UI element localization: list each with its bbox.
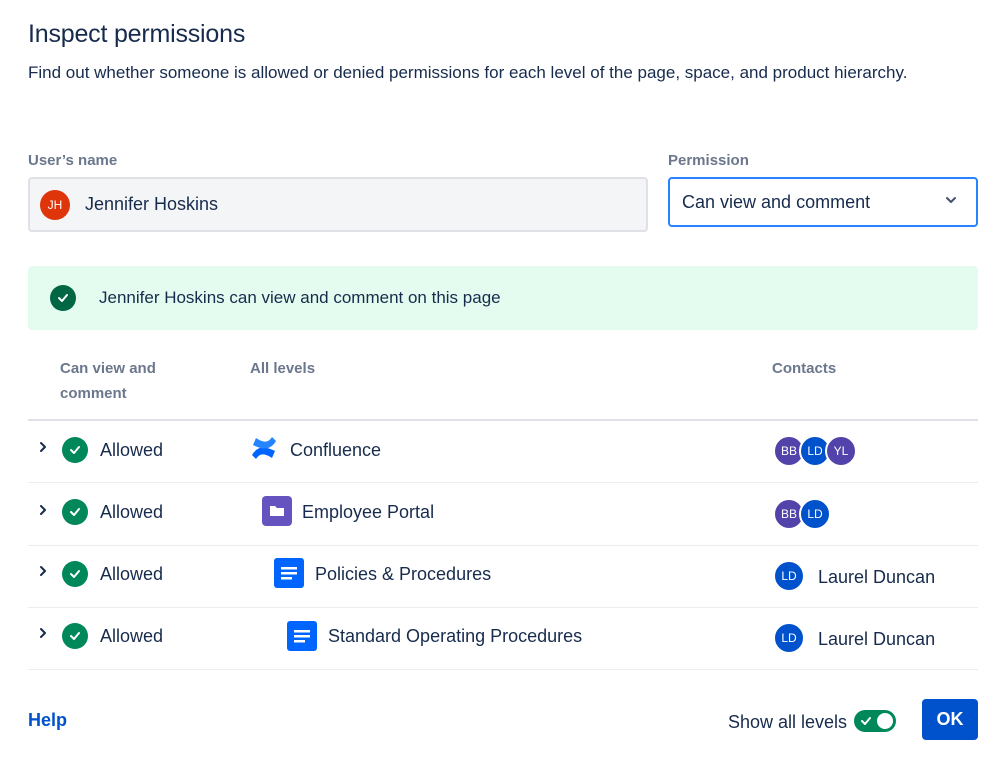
help-link[interactable]: Help (28, 710, 67, 731)
column-header-permission: Can view and comment (60, 360, 156, 402)
permission-select[interactable]: Can view and comment (668, 177, 978, 227)
status-text: Allowed (100, 564, 164, 584)
ok-button[interactable]: OK (922, 699, 978, 740)
success-check-icon (50, 285, 76, 311)
contact-avatars: BB LD YL (773, 435, 857, 467)
avatar[interactable]: LD (773, 622, 805, 654)
chevron-down-icon (946, 197, 956, 203)
toggle-knob (877, 713, 893, 729)
user-avatar: JH (40, 189, 70, 220)
contact-avatars: BB LD (773, 498, 831, 530)
chevron-right-icon[interactable] (36, 503, 50, 517)
show-all-levels-toggle[interactable] (854, 710, 896, 732)
table-row: Allowed Standard Operating Procedures LD… (28, 608, 978, 670)
user-name-label: User’s name (28, 152, 118, 169)
column-header-levels: All levels (250, 360, 316, 377)
status-text: Allowed (100, 626, 164, 646)
allowed-check-icon (62, 499, 88, 525)
chevron-right-icon[interactable] (36, 564, 50, 578)
contact-name[interactable]: Laurel Duncan (818, 629, 935, 650)
allowed-check-icon (62, 623, 88, 649)
banner-message: Jennifer Hoskins can view and comment on… (99, 288, 501, 307)
allowed-check-icon (62, 561, 88, 587)
success-banner: Jennifer Hoskins can view and comment on… (28, 266, 978, 330)
status-text: Allowed (100, 440, 164, 460)
page-icon (287, 621, 317, 651)
avatar[interactable]: LD (773, 560, 805, 592)
dialog-title: Inspect permissions (28, 20, 246, 48)
confluence-logo-icon (252, 437, 276, 459)
table-row: Allowed Policies & Procedures LD Laurel … (28, 546, 978, 608)
contact-name[interactable]: Laurel Duncan (818, 567, 935, 588)
toggle-check-icon (861, 717, 871, 725)
user-name-value: Jennifer Hoskins (85, 194, 219, 214)
permission-select-value: Can view and comment (682, 191, 871, 212)
allowed-check-icon (62, 437, 88, 463)
show-all-levels-label: Show all levels (728, 712, 848, 732)
avatar[interactable]: LD (799, 498, 831, 530)
page-icon (274, 558, 304, 588)
avatar[interactable]: YL (825, 435, 857, 467)
contact-avatars: LD (773, 560, 805, 592)
space-folder-icon (262, 496, 292, 526)
contact-avatars: LD (773, 622, 805, 654)
chevron-right-icon[interactable] (36, 626, 50, 640)
level-name[interactable]: Standard Operating Procedures (328, 626, 582, 647)
table-row: Allowed Confluence BB LD YL (28, 421, 978, 483)
column-header-contacts: Contacts (772, 360, 837, 377)
permission-label: Permission (668, 152, 749, 169)
user-name-field[interactable]: JH Jennifer Hoskins (28, 177, 648, 232)
level-name[interactable]: Employee Portal (302, 502, 434, 523)
status-text: Allowed (100, 502, 164, 522)
level-name[interactable]: Policies & Procedures (315, 564, 491, 585)
table-row: Allowed Employee Portal BB LD (28, 484, 978, 546)
dialog-description: Find out whether someone is allowed or d… (28, 63, 908, 82)
level-name[interactable]: Confluence (290, 440, 381, 461)
chevron-right-icon[interactable] (36, 440, 50, 454)
